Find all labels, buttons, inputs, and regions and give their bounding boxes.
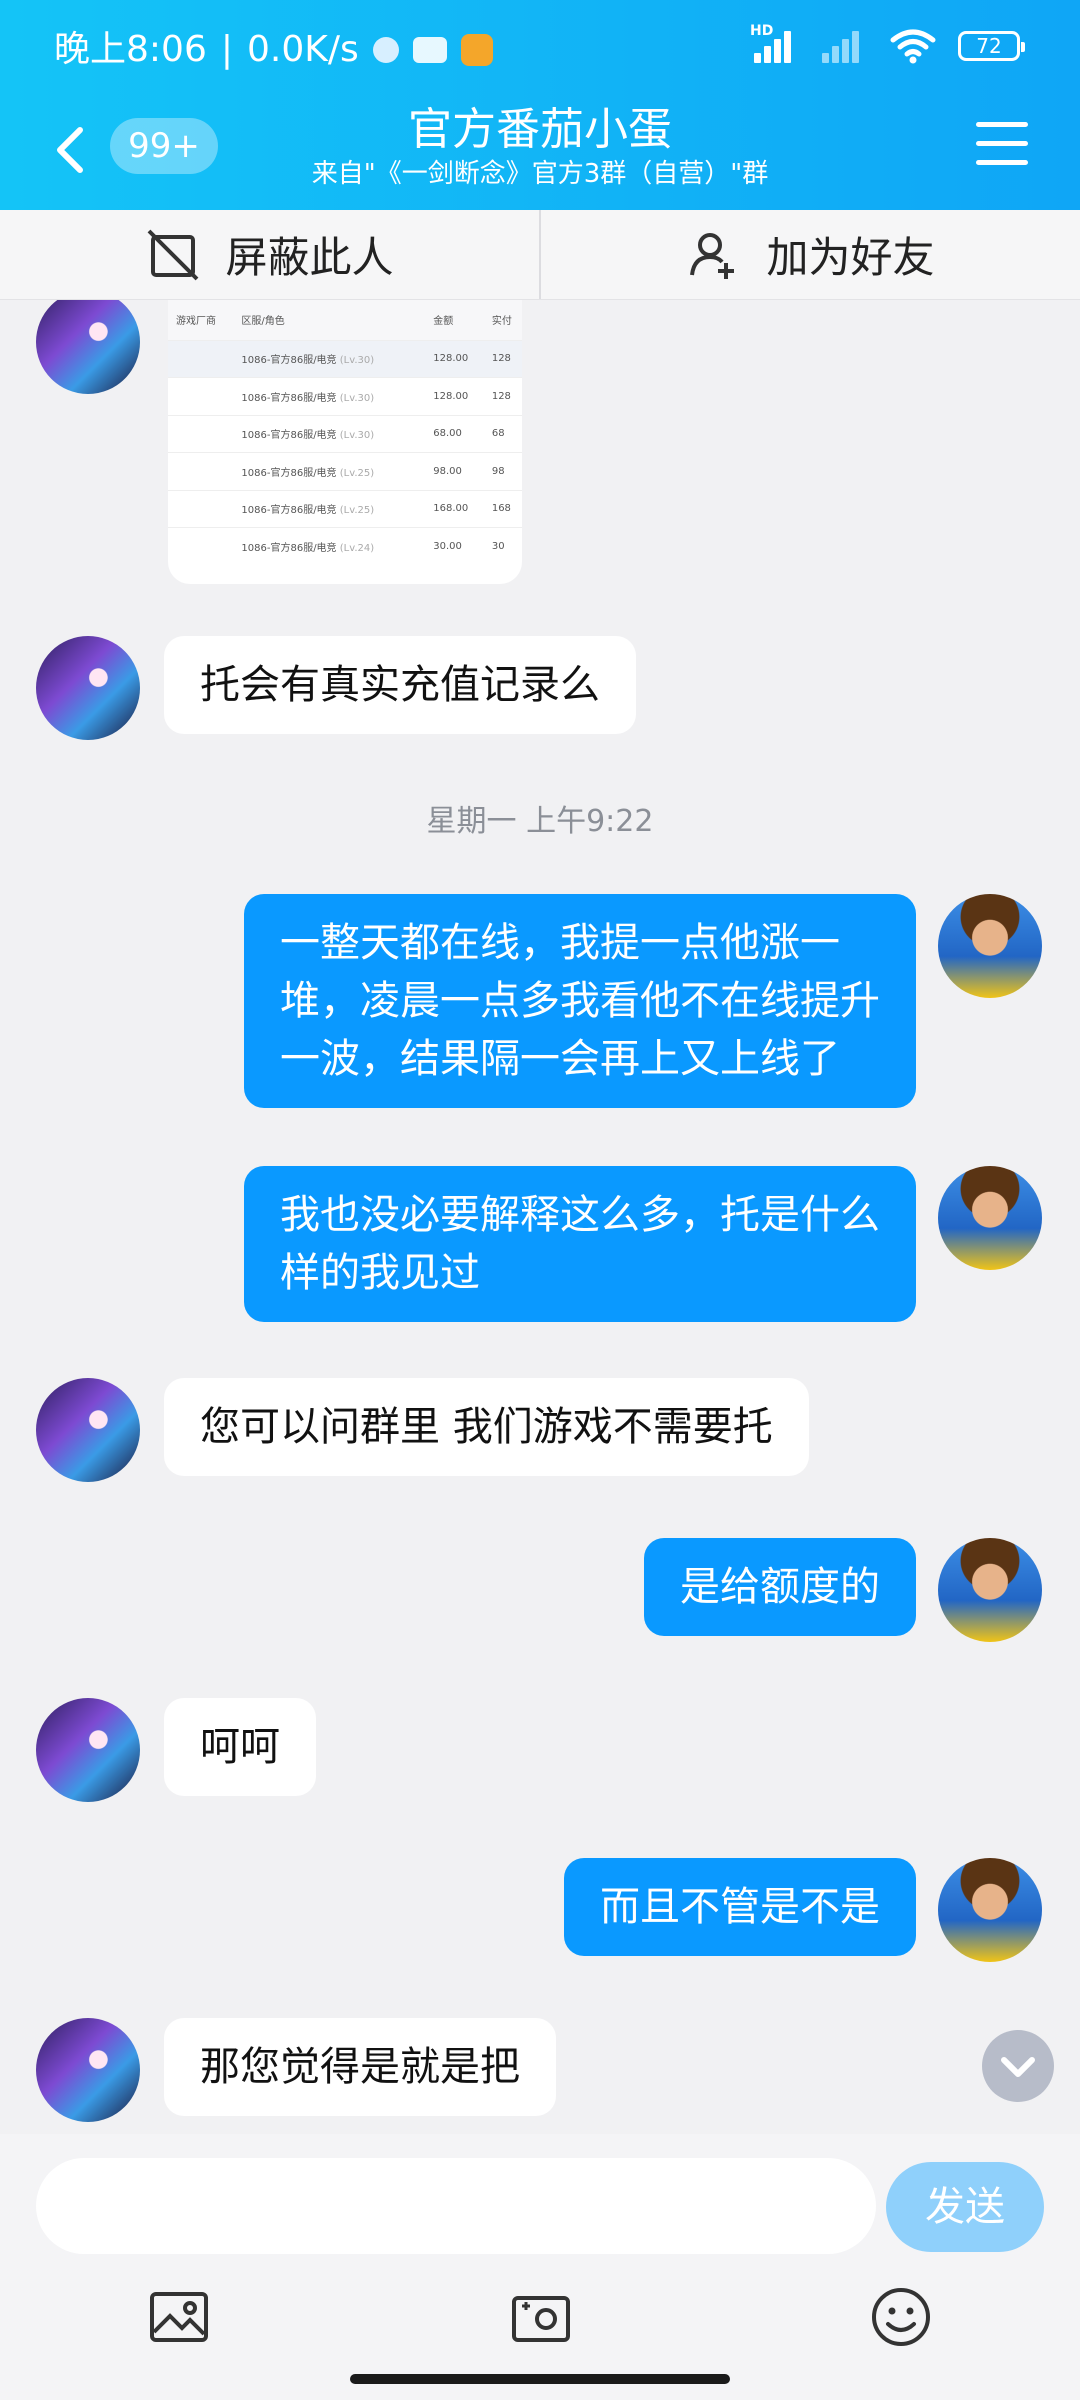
compose-area: 发送 <box>0 2134 1080 2400</box>
image-message[interactable]: 游戏厂商 区服/角色 金额 实付 1086-官方86服/电竞 (Lv.30) 1… <box>168 300 522 584</box>
level-cell: (Lv.24) <box>339 543 375 554</box>
table-header: 区服/角色 <box>233 300 426 340</box>
menu-icon[interactable] <box>976 122 1028 166</box>
send-button[interactable]: 发送 <box>886 2162 1044 2252</box>
server-cell: 1086-官方86服/电竞 <box>241 430 337 442</box>
top-bar: 晚上8:06 | 0.0K/s HD 72 99+ 官方番茄小蛋 来自"《一剑断… <box>0 0 1080 210</box>
emoji-icon[interactable] <box>868 2284 934 2350</box>
image-icon[interactable] <box>146 2284 212 2350</box>
chat-list[interactable]: 游戏厂商 区服/角色 金额 实付 1086-官方86服/电竞 (Lv.30) 1… <box>0 300 1080 2134</box>
table-row: 1086-官方86服/电竞 (Lv.30) 68.00 68 <box>168 414 522 453</box>
table-header: 游戏厂商 <box>168 300 234 340</box>
paid-cell: 128 <box>483 339 522 378</box>
message-timestamp: 星期一 上午9:22 <box>426 804 654 839</box>
table-row: 1086-官方86服/电竞 (Lv.30) 128.00 128 <box>168 339 522 378</box>
my-avatar[interactable] <box>938 894 1042 998</box>
status-right: HD 72 <box>750 23 1025 64</box>
level-cell: (Lv.25) <box>339 467 375 479</box>
gallery-notification-icon <box>460 34 493 66</box>
message-bubble[interactable]: 那您觉得是就是把 <box>164 2018 556 2116</box>
message-bubble[interactable]: 我也没必要解释这么多，托是什么 样的我见过 <box>244 1166 916 1322</box>
server-cell: 1086-官方86服/电竞 <box>241 543 337 554</box>
avatar[interactable] <box>36 636 140 740</box>
amount-cell: 30.00 <box>425 527 484 565</box>
recharge-table: 游戏厂商 区服/角色 金额 实付 1086-官方86服/电竞 (Lv.30) 1… <box>168 300 522 565</box>
avatar[interactable] <box>36 300 140 394</box>
server-cell: 1086-官方86服/电竞 <box>241 392 337 404</box>
table-row: 1086-官方86服/电竞 (Lv.25) 168.00 168 <box>168 489 522 528</box>
level-cell: (Lv.30) <box>339 355 375 367</box>
message-bubble[interactable]: 一整天都在线，我提一点他涨一 堆，凌晨一点多我看他不在线提升 一波，结果隔一会再… <box>244 894 916 1108</box>
status-bar: 晚上8:06 | 0.0K/s HD 72 <box>0 0 1080 100</box>
amount-cell: 168.00 <box>425 489 484 528</box>
message-bubble[interactable]: 呵呵 <box>164 1698 316 1796</box>
amount-cell: 128.00 <box>425 377 484 415</box>
table-row: 1086-官方86服/电竞 (Lv.30) 128.00 128 <box>168 377 522 415</box>
my-avatar[interactable] <box>938 1166 1042 1270</box>
amount-cell: 68.00 <box>425 414 484 453</box>
chevron-down-icon <box>1001 2057 1035 2077</box>
avatar[interactable] <box>36 1378 140 1482</box>
app-notification-icon <box>412 37 447 63</box>
hd-label: HD <box>750 23 774 39</box>
paid-cell: 30 <box>483 527 522 565</box>
home-indicator[interactable] <box>350 2374 730 2384</box>
paid-cell: 98 <box>483 452 522 490</box>
message-bubble[interactable]: 是给额度的 <box>644 1538 916 1636</box>
status-speed: 0.0K/s <box>246 29 359 70</box>
block-user-button[interactable]: 屏蔽此人 <box>0 210 539 299</box>
battery-icon: 72 <box>958 31 1025 61</box>
nav-bar: 99+ 官方番茄小蛋 来自"《一剑断念》官方3群（自营）"群 <box>0 100 1080 210</box>
paid-cell: 168 <box>483 489 522 528</box>
message-bubble[interactable]: 您可以问群里 我们游戏不需要托 <box>164 1378 809 1476</box>
add-friend-label: 加为好友 <box>766 233 935 282</box>
camera-icon[interactable] <box>508 2284 574 2350</box>
chat-subtitle: 来自"《一剑断念》官方3群（自营）"群 <box>311 159 769 189</box>
message-input[interactable] <box>36 2158 876 2254</box>
status-divider: | <box>220 29 233 70</box>
server-cell: 1086-官方86服/电竞 <box>241 467 337 479</box>
avatar[interactable] <box>36 1698 140 1802</box>
table-row: 1086-官方86服/电竞 (Lv.25) 98.00 98 <box>168 452 522 490</box>
table-row: 1086-官方86服/电竞 (Lv.24) 30.00 30 <box>168 527 522 565</box>
amount-cell: 128.00 <box>425 339 484 378</box>
table-header: 金额 <box>425 300 484 340</box>
wifi-icon <box>890 29 936 64</box>
my-avatar[interactable] <box>938 1858 1042 1962</box>
server-cell: 1086-官方86服/电竞 <box>241 355 337 367</box>
table-header: 实付 <box>483 300 522 340</box>
scroll-to-bottom-button[interactable] <box>982 2030 1054 2102</box>
message-bubble[interactable]: 而且不管是不是 <box>564 1858 916 1956</box>
status-left: 晚上8:06 | 0.0K/s <box>54 26 493 74</box>
chat-title: 官方番茄小蛋 <box>408 104 672 155</box>
level-cell: (Lv.30) <box>339 430 375 442</box>
block-icon <box>148 229 199 280</box>
my-avatar[interactable] <box>938 1538 1042 1642</box>
signal-icon: HD <box>750 23 800 63</box>
status-time: 晚上8:06 <box>54 29 207 70</box>
amount-cell: 98.00 <box>425 452 484 490</box>
avatar[interactable] <box>36 2018 140 2122</box>
paid-cell: 68 <box>483 414 522 453</box>
add-friend-button[interactable]: 加为好友 <box>539 210 1080 299</box>
level-cell: (Lv.25) <box>339 505 375 517</box>
signal-2-icon <box>822 29 868 63</box>
notification-icon <box>372 37 399 63</box>
level-cell: (Lv.30) <box>339 392 375 404</box>
add-friend-icon <box>690 232 735 279</box>
action-bar: 屏蔽此人 加为好友 <box>0 210 1080 300</box>
server-cell: 1086-官方86服/电竞 <box>241 505 337 517</box>
message-bubble[interactable]: 托会有真实充值记录么 <box>164 636 636 734</box>
paid-cell: 128 <box>483 377 522 415</box>
block-user-label: 屏蔽此人 <box>225 233 394 282</box>
